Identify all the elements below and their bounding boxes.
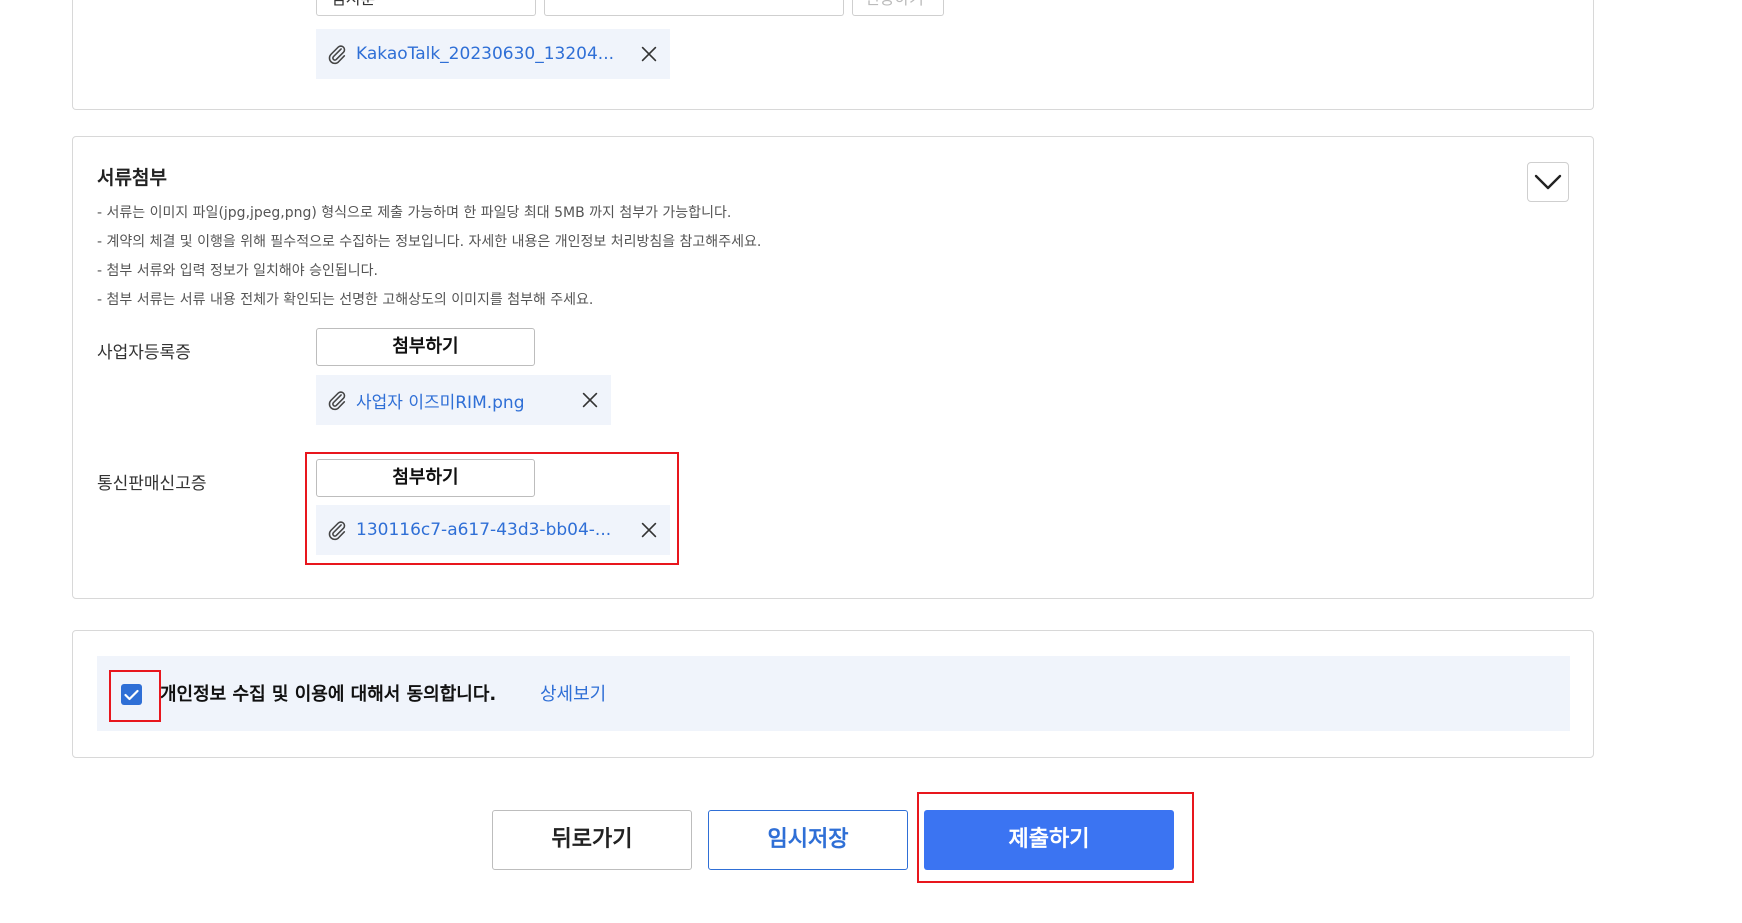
note-line: - 첨부 서류와 입력 정보가 일치해야 승인됩니다. <box>97 263 378 279</box>
identity-card: 임지훈 11091006103307 인증하기 KakaoTalk_202306… <box>72 0 1594 110</box>
business-registration-file-chip: 사업자 이즈미RIM.png <box>316 375 611 425</box>
section-title: 서류첨부 <box>97 167 167 189</box>
note-line: - 계약의 체결 및 이행을 위해 필수적으로 수집하는 정보입니다. 자세한 … <box>97 234 762 250</box>
submit-button[interactable]: 제출하기 <box>924 810 1174 870</box>
id-number-input-value: 11091006103307 <box>559 0 702 4</box>
back-button[interactable]: 뒤로가기 <box>492 810 692 870</box>
consent-card: 개인정보 수집 및 이용에 대해서 동의합니다. 상세보기 <box>72 630 1594 758</box>
note-line: - 첨부 서류는 서류 내용 전체가 확인되는 선명한 고해상도의 이미지를 첨… <box>97 292 594 308</box>
consent-text: 개인정보 수집 및 이용에 대해서 동의합니다. <box>160 684 497 705</box>
business-registration-file-name[interactable]: 사업자 이즈미RIM.png <box>356 388 525 413</box>
paperclip-icon <box>328 391 346 411</box>
name-input-value: 임지훈 <box>331 0 375 9</box>
document-attachment-card: 서류첨부 - 서류는 이미지 파일(jpg,jpeg,png) 형식으로 제출 … <box>72 136 1594 599</box>
attach-ecommerce-registration-button[interactable]: 첨부하기 <box>316 459 535 497</box>
close-icon[interactable] <box>579 389 601 411</box>
consent-bar: 개인정보 수집 및 이용에 대해서 동의합니다. 상세보기 <box>97 656 1570 731</box>
chevron-down-icon <box>1534 174 1562 190</box>
id-number-input[interactable]: 11091006103307 <box>544 0 844 16</box>
ecommerce-registration-file-name[interactable]: 130116c7-a617-43d3-bb04-... <box>356 520 611 540</box>
attached-file-chip: KakaoTalk_20230630_13204... <box>316 29 670 79</box>
checkmark-icon <box>124 689 139 700</box>
attach-business-registration-button[interactable]: 첨부하기 <box>316 328 535 366</box>
ecommerce-registration-file-chip: 130116c7-a617-43d3-bb04-... <box>316 505 670 555</box>
consent-checkbox[interactable] <box>121 684 142 705</box>
close-icon[interactable] <box>638 519 660 541</box>
temp-save-button[interactable]: 임시저장 <box>708 810 908 870</box>
note-line: - 서류는 이미지 파일(jpg,jpeg,png) 형식으로 제출 가능하며 … <box>97 205 732 221</box>
paperclip-icon <box>328 521 346 541</box>
collapse-toggle-button[interactable] <box>1527 162 1569 202</box>
verify-button[interactable]: 인증하기 <box>852 0 944 16</box>
paperclip-icon <box>328 45 346 65</box>
close-icon[interactable] <box>638 43 660 65</box>
ecommerce-registration-label: 통신판매신고증 <box>97 474 207 494</box>
attached-file-name[interactable]: KakaoTalk_20230630_13204... <box>356 44 614 64</box>
consent-detail-link[interactable]: 상세보기 <box>540 680 606 706</box>
business-registration-label: 사업자등록증 <box>97 343 191 363</box>
name-input[interactable]: 임지훈 <box>316 0 536 16</box>
verify-button-label: 인증하기 <box>865 0 924 9</box>
guidance-notes: - 서류는 이미지 파일(jpg,jpeg,png) 형식으로 제출 가능하며 … <box>97 199 761 315</box>
